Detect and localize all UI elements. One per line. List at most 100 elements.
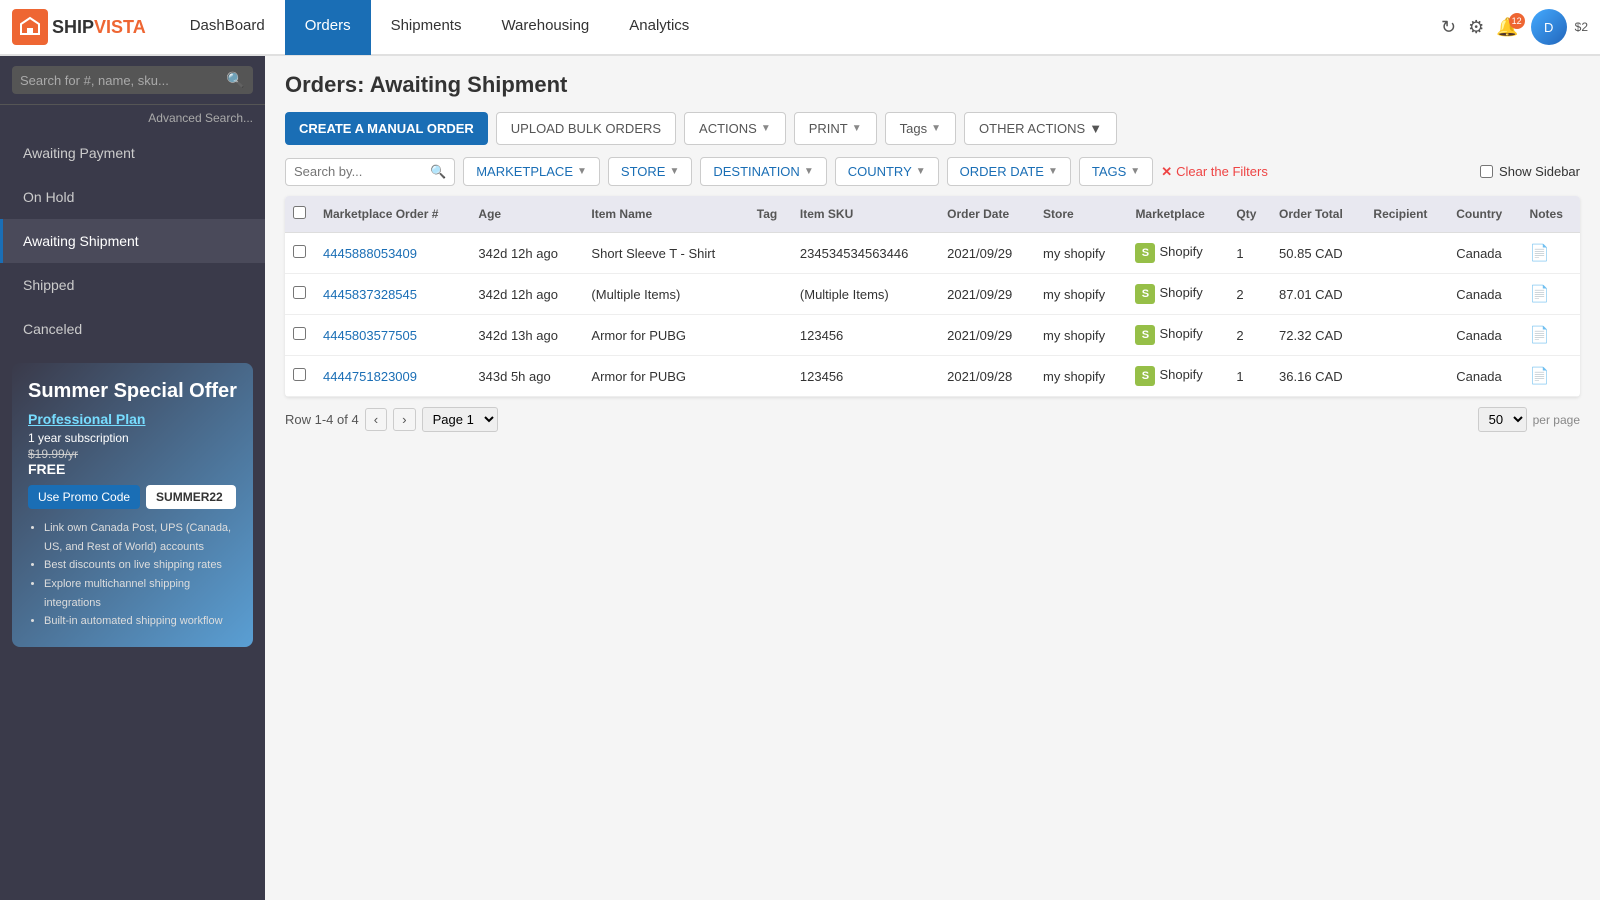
nav-dashboard[interactable]: DashBoard (170, 0, 285, 55)
nav-orders[interactable]: Orders (285, 0, 371, 55)
promo-code-input[interactable] (146, 485, 236, 509)
create-manual-order-button[interactable]: CREATE A MANUAL ORDER (285, 112, 488, 145)
row-notes[interactable]: 📄 (1522, 356, 1580, 397)
action-bar: CREATE A MANUAL ORDER UPLOAD BULK ORDERS… (285, 112, 1580, 145)
marketplace-filter-button[interactable]: MARKETPLACE ▼ (463, 157, 600, 186)
row-checkbox-cell[interactable] (285, 274, 315, 315)
search-button[interactable]: 🔍 (226, 71, 245, 89)
notes-icon[interactable]: 📄 (1530, 286, 1550, 303)
row-checkbox[interactable] (293, 368, 306, 381)
notes-icon[interactable]: 📄 (1530, 368, 1550, 385)
promo-old-price: $19.99/yr (28, 447, 237, 461)
settings-button[interactable]: ⚙ (1468, 17, 1484, 38)
advanced-search-link[interactable]: Advanced Search... (0, 105, 265, 131)
per-page-select[interactable]: 50 (1478, 407, 1527, 432)
tags-filter-arrow: ▼ (1130, 166, 1140, 177)
country-filter-button[interactable]: COUNTRY ▼ (835, 157, 939, 186)
row-checkbox-cell[interactable] (285, 315, 315, 356)
order-num-link[interactable]: 4444751823009 (323, 369, 417, 384)
nav-analytics[interactable]: Analytics (609, 0, 709, 55)
row-checkbox[interactable] (293, 245, 306, 258)
print-dropdown-button[interactable]: PRINT ▼ (794, 112, 877, 145)
sidebar-item-awaiting-shipment[interactable]: Awaiting Shipment (0, 219, 265, 263)
show-sidebar-checkbox[interactable] (1480, 165, 1493, 178)
pagination: Row 1-4 of 4 ‹ › Page 1 50 per page (285, 397, 1580, 442)
table-row: 4445888053409 342d 12h ago Short Sleeve … (285, 233, 1580, 274)
pagination-left: Row 1-4 of 4 ‹ › Page 1 (285, 407, 498, 432)
row-order-date: 2021/09/28 (939, 356, 1035, 397)
show-sidebar-label[interactable]: Show Sidebar (1480, 164, 1580, 179)
destination-filter-button[interactable]: DESTINATION ▼ (700, 157, 826, 186)
row-age: 343d 5h ago (470, 356, 583, 397)
filter-search-box: 🔍 (285, 158, 455, 186)
other-actions-arrow: ▼ (1089, 121, 1102, 136)
per-page-label: per page (1533, 413, 1580, 427)
next-page-button[interactable]: › (393, 408, 415, 431)
row-order-num: 4445888053409 (315, 233, 470, 274)
order-num-link[interactable]: 4445803577505 (323, 328, 417, 343)
col-recipient: Recipient (1365, 196, 1448, 233)
row-country: Canada (1448, 356, 1521, 397)
order-date-filter-button[interactable]: ORDER DATE ▼ (947, 157, 1071, 186)
search-input[interactable] (20, 73, 226, 88)
pagination-right: 50 per page (1478, 407, 1580, 432)
order-num-link[interactable]: 4445837328545 (323, 287, 417, 302)
clear-filters-link[interactable]: ✕ Clear the Filters (1161, 164, 1268, 180)
sidebar-item-canceled[interactable]: Canceled (0, 307, 265, 351)
row-checkbox-cell[interactable] (285, 356, 315, 397)
page-select[interactable]: Page 1 (422, 407, 498, 432)
nav-warehousing[interactable]: Warehousing (481, 0, 609, 55)
other-actions-button[interactable]: OTHER ACTIONS ▼ (964, 112, 1117, 145)
select-all-header[interactable] (285, 196, 315, 233)
row-order-date: 2021/09/29 (939, 274, 1035, 315)
col-store: Store (1035, 196, 1127, 233)
row-notes[interactable]: 📄 (1522, 274, 1580, 315)
filter-search-input[interactable] (294, 164, 424, 179)
col-marketplace: Marketplace (1127, 196, 1228, 233)
col-order-date: Order Date (939, 196, 1035, 233)
row-checkbox[interactable] (293, 327, 306, 340)
nav-shipments[interactable]: Shipments (371, 0, 482, 55)
select-all-checkbox[interactable] (293, 206, 306, 219)
row-item-name: (Multiple Items) (583, 274, 748, 315)
notes-icon[interactable]: 📄 (1530, 245, 1550, 262)
refresh-button[interactable]: ↻ (1441, 17, 1456, 38)
tags-filter-button[interactable]: TAGS ▼ (1079, 157, 1153, 186)
row-item-sku: 123456 (792, 315, 939, 356)
promo-bullet-4: Built-in automated shipping workflow (44, 612, 237, 631)
store-filter-button[interactable]: STORE ▼ (608, 157, 692, 186)
table-row: 4445837328545 342d 12h ago (Multiple Ite… (285, 274, 1580, 315)
promo-title: Summer Special Offer (28, 379, 237, 403)
main-content: Orders: Awaiting Shipment CREATE A MANUA… (265, 56, 1600, 900)
use-promo-button[interactable]: Use Promo Code (28, 485, 140, 509)
user-area[interactable]: D $2 (1531, 9, 1588, 45)
sidebar-item-awaiting-payment[interactable]: Awaiting Payment (0, 131, 265, 175)
nav-right: ↻ ⚙ 🔔 12 D $2 (1441, 9, 1588, 45)
prev-page-button[interactable]: ‹ (365, 408, 387, 431)
upload-bulk-orders-button[interactable]: UPLOAD BULK ORDERS (496, 112, 676, 145)
shopify-icon: S (1135, 325, 1155, 345)
row-notes[interactable]: 📄 (1522, 233, 1580, 274)
row-item-sku: 234534534563446 (792, 233, 939, 274)
row-notes[interactable]: 📄 (1522, 315, 1580, 356)
row-checkbox-cell[interactable] (285, 233, 315, 274)
row-checkbox[interactable] (293, 286, 306, 299)
row-order-date: 2021/09/29 (939, 315, 1035, 356)
order-num-link[interactable]: 4445888053409 (323, 246, 417, 261)
row-item-name: Armor for PUBG (583, 315, 748, 356)
orders-table: Marketplace Order # Age Item Name Tag It… (285, 196, 1580, 397)
sidebar-item-on-hold[interactable]: On Hold (0, 175, 265, 219)
notes-icon[interactable]: 📄 (1530, 327, 1550, 344)
promo-plan-link[interactable]: Professional Plan (28, 411, 237, 427)
order-date-filter-arrow: ▼ (1048, 166, 1058, 177)
logo-icon (12, 9, 48, 45)
col-tag: Tag (749, 196, 792, 233)
notifications-button[interactable]: 🔔 12 (1496, 17, 1518, 38)
row-item-name: Armor for PUBG (583, 356, 748, 397)
tags-dropdown-button[interactable]: Tags ▼ (885, 112, 956, 145)
table-header-row: Marketplace Order # Age Item Name Tag It… (285, 196, 1580, 233)
sidebar-item-shipped[interactable]: Shipped (0, 263, 265, 307)
actions-dropdown-button[interactable]: ACTIONS ▼ (684, 112, 786, 145)
row-recipient (1365, 356, 1448, 397)
logo[interactable]: SHIPVISTA (12, 9, 146, 45)
